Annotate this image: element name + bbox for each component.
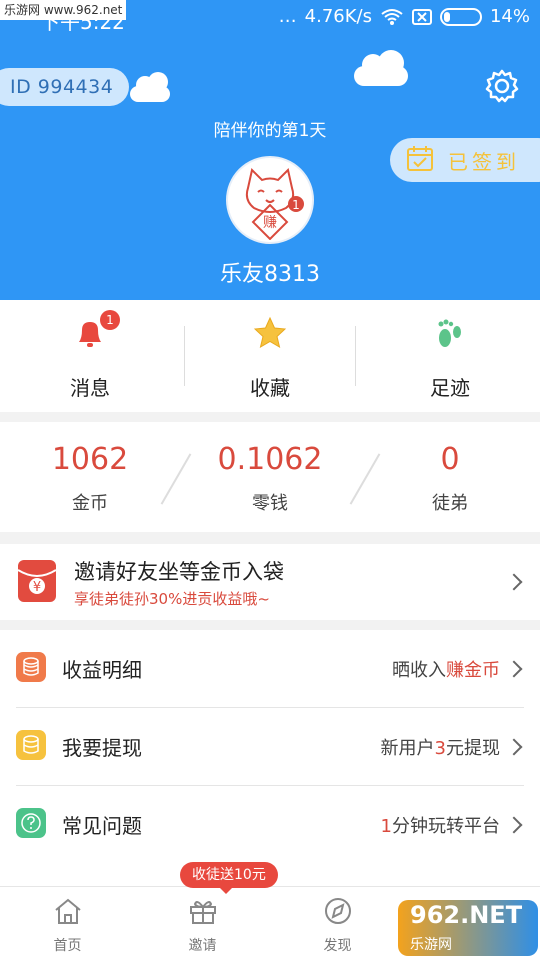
invite-banner[interactable]: ¥ 邀请好友坐等金币入袋 享徒弟徒孙30%进贡收益哦~ <box>0 544 540 620</box>
chevron-right-icon <box>505 660 523 678</box>
settings-gear-icon[interactable] <box>484 68 520 104</box>
menu-label: 收益明细 <box>62 658 142 682</box>
menu-hint: 晒收入赚金币 <box>392 660 500 681</box>
profile-page: 下午5:22 … 4.76K/s 14% 乐游网 www.962.net ID … <box>0 0 540 960</box>
quick-label: 收藏 <box>250 376 290 400</box>
stat-coins[interactable]: 1062 金币 <box>0 422 180 532</box>
watermark-logo: 962.NET 乐游网 <box>398 900 538 956</box>
battery-icon <box>439 7 482 26</box>
divider <box>184 326 185 386</box>
wifi-icon <box>380 8 404 26</box>
chevron-right-icon <box>505 573 523 591</box>
divider <box>355 326 356 386</box>
quick-footprints[interactable]: 足迹 <box>360 300 540 412</box>
menu-item-earnings[interactable]: 收益明细 晒收入赚金币 <box>0 630 540 708</box>
watermark-top: 乐游网 www.962.net <box>0 0 127 20</box>
quick-messages[interactable]: 消息 <box>0 300 180 412</box>
messages-badge: 1 <box>100 310 120 330</box>
stat-apprentices[interactable]: 0 徒弟 <box>360 422 540 532</box>
lucky-cat-icon: 赚 1 <box>245 168 304 240</box>
avatar[interactable]: 赚 1 <box>226 156 314 244</box>
tab-label: 邀请 <box>188 938 217 954</box>
gift-icon <box>188 897 218 929</box>
network-speed: 4.76K/s <box>304 6 372 27</box>
invite-icon-char: ¥ <box>33 580 41 595</box>
coins-icon <box>16 652 46 682</box>
coin-stack-icon <box>16 730 46 760</box>
quick-label: 消息 <box>70 376 110 400</box>
menu-hint: 1分钟玩转平台 <box>380 816 500 837</box>
quick-favorites[interactable]: 收藏 <box>180 300 360 412</box>
star-icon <box>253 316 287 354</box>
compass-icon <box>323 897 353 929</box>
cloud-icon <box>130 72 170 102</box>
stat-label: 金币 <box>72 493 108 514</box>
battery-level: 14% <box>489 6 530 27</box>
stat-label: 零钱 <box>252 493 288 514</box>
tab-discover[interactable]: 发现 <box>270 887 405 960</box>
profile-header: 下午5:22 … 4.76K/s 14% 乐游网 www.962.net ID … <box>0 0 540 300</box>
stats-panel: 1062 金币 0.1062 零钱 0 徒弟 <box>0 422 540 532</box>
menu-label: 常见问题 <box>62 814 142 838</box>
menu-item-faq[interactable]: 常见问题 1分钟玩转平台 <box>0 786 540 864</box>
user-id-pill: ID 994434 <box>0 68 130 106</box>
menu-list: 收益明细 晒收入赚金币 我要提现 新用户3元提现 常见问题 1分钟玩转平台 <box>0 630 540 886</box>
chevron-right-icon <box>505 816 523 834</box>
username: 乐友8313 <box>220 262 320 287</box>
avatar-badge: 1 <box>292 198 300 212</box>
menu-label: 我要提现 <box>62 736 142 760</box>
calendar-check-icon <box>406 144 434 176</box>
menu-item-withdraw[interactable]: 我要提现 新用户3元提现 <box>0 708 540 786</box>
tab-label: 发现 <box>323 938 352 954</box>
invite-promo-tooltip: 收徒送10元 <box>180 862 278 894</box>
footprint-icon <box>433 316 467 354</box>
stat-value: 0.1062 <box>217 442 323 477</box>
question-icon <box>16 808 46 838</box>
tab-home[interactable]: 首页 <box>0 887 135 960</box>
avatar-char: 赚 <box>263 215 277 231</box>
status-bar-right: … 4.76K/s 14% <box>279 6 530 27</box>
tab-label: 首页 <box>53 938 82 954</box>
quick-label: 足迹 <box>430 376 470 400</box>
stat-change[interactable]: 0.1062 零钱 <box>180 422 360 532</box>
red-envelope-icon: ¥ <box>17 560 57 602</box>
quick-actions: 消息 收藏 足迹 <box>0 300 540 412</box>
stat-label: 徒弟 <box>432 493 468 514</box>
more-dots-icon: … <box>278 6 297 27</box>
chevron-right-icon <box>505 738 523 756</box>
stat-value: 1062 <box>51 442 129 477</box>
checkin-label: 已签到 <box>448 149 520 174</box>
tab-invite[interactable]: 邀请 <box>135 887 270 960</box>
cloud-icon <box>354 50 408 86</box>
stat-value: 0 <box>440 442 460 477</box>
invite-subtitle: 享徒弟徒孙30%进贡收益哦~ <box>74 590 270 608</box>
invite-title: 邀请好友坐等金币入袋 <box>74 560 284 584</box>
checkin-button[interactable]: 已签到 <box>390 138 540 182</box>
menu-hint: 新用户3元提现 <box>380 738 500 759</box>
home-icon <box>53 897 83 929</box>
sim-icon <box>411 8 432 25</box>
